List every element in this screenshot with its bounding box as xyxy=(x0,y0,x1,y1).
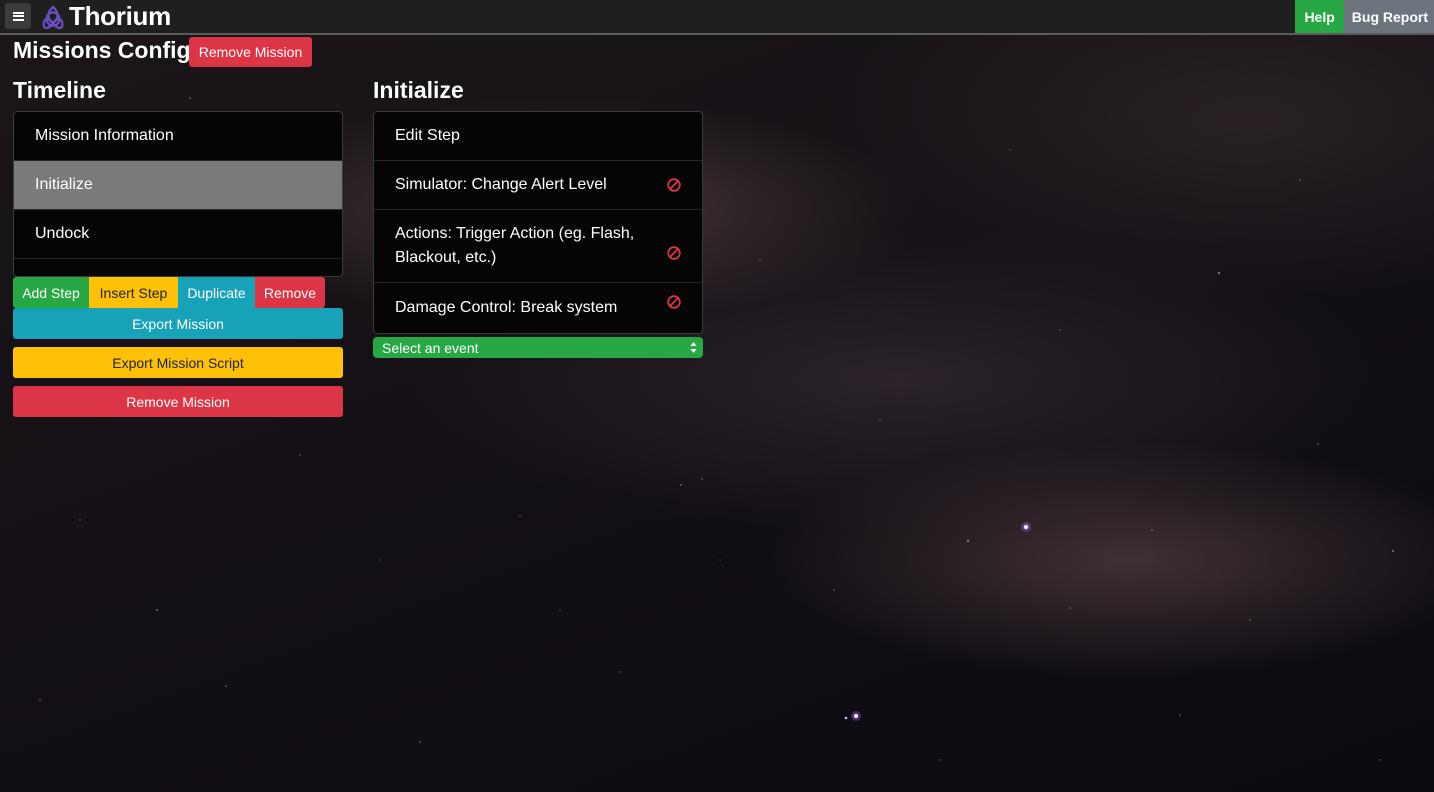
remove-mission-header-button[interactable]: Remove Mission xyxy=(189,37,312,67)
page-title: Missions Config xyxy=(13,37,191,63)
timeline-item-initialize[interactable]: Initialize xyxy=(14,161,342,210)
hamburger-menu-icon xyxy=(12,11,24,21)
edit-step-item[interactable]: Edit Step xyxy=(374,112,702,161)
timeline-step-buttons: Add Step Insert Step Duplicate Remove xyxy=(13,277,325,308)
remove-mission-button[interactable]: Remove Mission xyxy=(13,386,343,417)
timeline-title: Timeline xyxy=(13,77,106,103)
insert-step-button[interactable]: Insert Step xyxy=(89,277,178,308)
step-events-list: Edit Step Simulator: Change Alert Level … xyxy=(373,111,703,334)
event-item[interactable]: Damage Control: Break system xyxy=(374,283,702,332)
event-item[interactable]: Actions: Trigger Action (eg. Flash, Blac… xyxy=(374,210,702,283)
top-navbar: Thorium Help Bug Report xyxy=(0,0,1434,35)
remove-circle-icon[interactable] xyxy=(666,177,682,193)
select-arrows-icon xyxy=(690,342,697,353)
menu-button[interactable] xyxy=(5,3,31,29)
thorium-logo-icon xyxy=(42,5,64,29)
event-item[interactable]: Simulator: Change Alert Level xyxy=(374,161,702,210)
remove-circle-icon[interactable] xyxy=(666,294,682,310)
remove-step-button[interactable]: Remove xyxy=(255,277,325,308)
help-button[interactable]: Help xyxy=(1295,0,1344,33)
add-step-button[interactable]: Add Step xyxy=(13,277,89,308)
event-label: Damage Control: Break system xyxy=(395,298,618,316)
bug-report-button[interactable]: Bug Report xyxy=(1343,0,1434,33)
duplicate-step-button[interactable]: Duplicate xyxy=(178,277,255,308)
event-label: Simulator: Change Alert Level xyxy=(395,176,607,193)
brand-name: Thorium xyxy=(69,1,171,31)
initialize-title: Initialize xyxy=(373,77,464,103)
edit-step-label: Edit Step xyxy=(395,127,460,144)
export-mission-script-button[interactable]: Export Mission Script xyxy=(13,347,343,378)
select-event-value: Select an event xyxy=(382,339,479,356)
event-label: Actions: Trigger Action (eg. Flash, Blac… xyxy=(395,225,635,266)
timeline-item-undock[interactable]: Undock xyxy=(14,210,342,259)
timeline-item-mission-information[interactable]: Mission Information xyxy=(14,112,342,161)
export-mission-button[interactable]: Export Mission xyxy=(13,308,343,339)
remove-circle-icon[interactable] xyxy=(666,245,682,261)
timeline-list: Mission Information Initialize Undock xyxy=(13,111,343,277)
navbar-actions: Help Bug Report xyxy=(1295,0,1434,33)
brand[interactable]: Thorium xyxy=(39,1,171,32)
select-event-dropdown[interactable]: Select an event xyxy=(373,337,703,358)
